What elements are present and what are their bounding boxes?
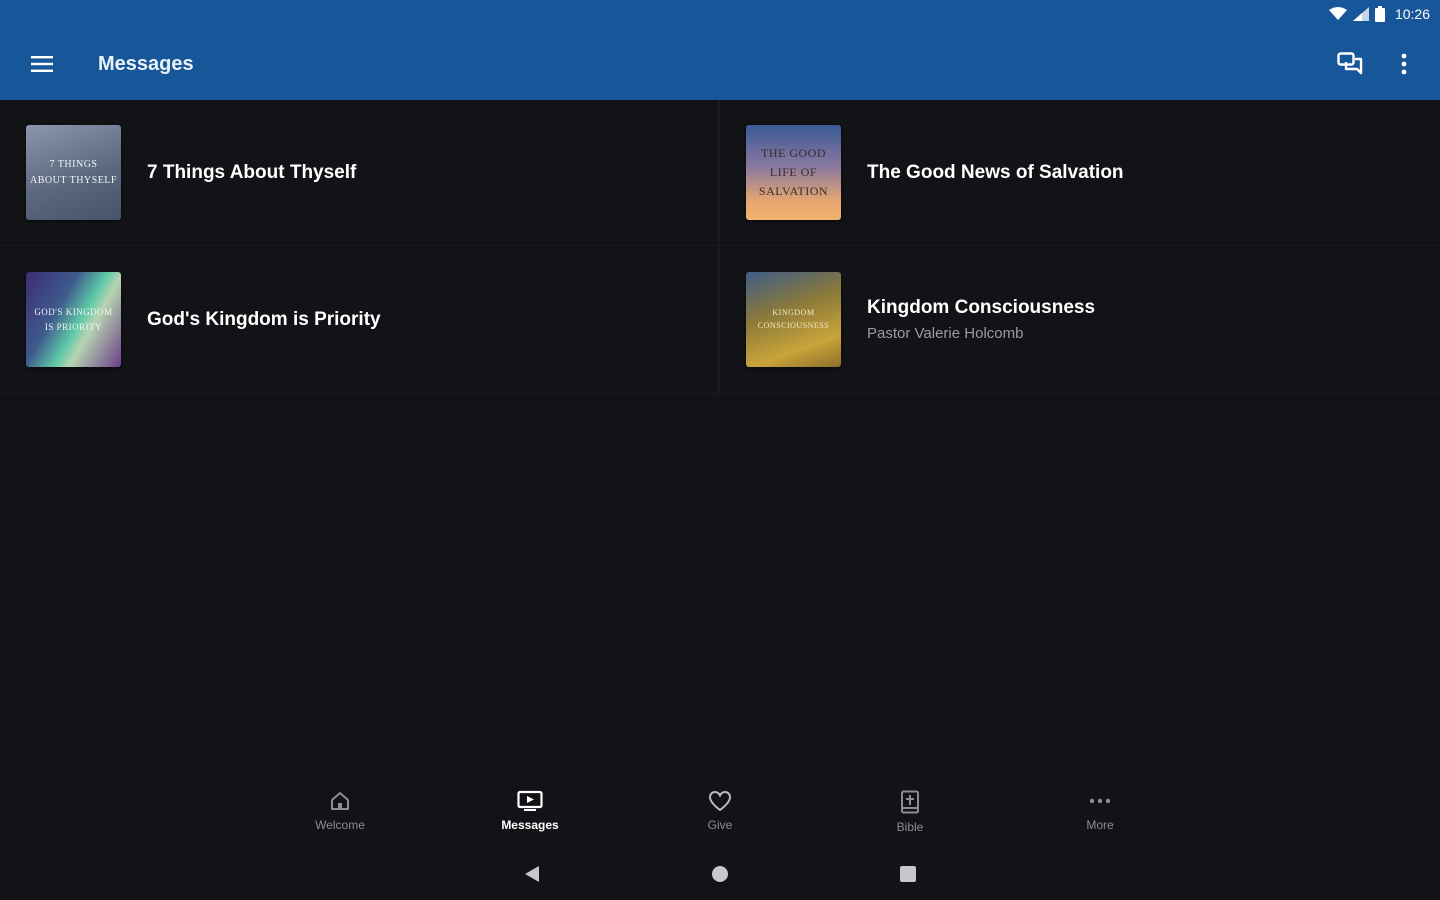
- nav-label: Bible: [896, 820, 924, 834]
- messages-grid: 7 Things About Thyself 7 Things About Th…: [0, 100, 1440, 396]
- thumbnail-text: 7 Things About Thyself: [30, 158, 117, 186]
- bottom-navigation: Welcome Messages Give Bible More: [0, 780, 1440, 848]
- thumbnail-text: God's Kingdom is Priority: [34, 307, 113, 332]
- message-thumbnail: God's Kingdom is Priority: [26, 272, 121, 367]
- nav-item-welcome[interactable]: Welcome: [245, 780, 435, 848]
- nav-label: Messages: [501, 818, 559, 832]
- nav-item-bible[interactable]: Bible: [815, 780, 1005, 848]
- nav-item-give[interactable]: Give: [625, 780, 815, 848]
- more-vertical-icon: [1401, 53, 1407, 75]
- system-navigation-bar: [0, 848, 1440, 900]
- wifi-icon: [1328, 7, 1347, 20]
- home-icon: [331, 792, 349, 810]
- chat-icon: [1337, 52, 1363, 75]
- nav-label: Give: [707, 818, 733, 832]
- home-button[interactable]: [706, 860, 734, 888]
- menu-button[interactable]: [22, 44, 62, 84]
- message-title: The Good News of Salvation: [867, 161, 1124, 183]
- status-bar: 10:26: [0, 0, 1440, 28]
- heart-icon: [708, 790, 732, 812]
- message-item[interactable]: The Good Life of Salvation The Good News…: [720, 100, 1440, 246]
- message-item[interactable]: 7 Things About Thyself 7 Things About Th…: [0, 100, 720, 246]
- home-circle-icon: [712, 866, 728, 882]
- thumbnail-text: Kingdom Consciousness: [757, 307, 830, 330]
- app-bar: Messages: [0, 28, 1440, 100]
- message-thumbnail: The Good Life of Salvation: [746, 125, 841, 220]
- more-horizontal-icon: [1089, 798, 1111, 804]
- message-item[interactable]: God's Kingdom is Priority God's Kingdom …: [0, 246, 720, 394]
- page-title: Messages: [98, 52, 194, 75]
- message-speaker: Pastor Valerie Holcomb: [867, 325, 1024, 342]
- message-thumbnail: Kingdom Consciousness: [746, 272, 841, 367]
- message-thumbnail: 7 Things About Thyself: [26, 125, 121, 220]
- message-title: Kingdom Consciousness: [867, 297, 1096, 318]
- cell-signal-icon: [1352, 7, 1369, 21]
- status-time: 10:26: [1394, 6, 1430, 22]
- back-triangle-icon: [525, 866, 539, 882]
- hamburger-menu-icon: [31, 56, 53, 72]
- battery-icon: [1374, 6, 1385, 22]
- nav-label: More: [1086, 818, 1114, 832]
- recents-button[interactable]: [894, 860, 922, 888]
- message-item[interactable]: Kingdom Consciousness Kingdom Consciousn…: [720, 246, 1440, 394]
- nav-item-messages[interactable]: Messages: [435, 780, 625, 848]
- nav-label: Welcome: [315, 818, 365, 832]
- tv-icon: [517, 790, 543, 811]
- overflow-menu-button[interactable]: [1386, 46, 1422, 82]
- back-button[interactable]: [518, 860, 546, 888]
- recents-square-icon: [900, 866, 916, 882]
- bible-icon: [901, 790, 919, 814]
- thumbnail-text: The Good Life of Salvation: [758, 145, 829, 199]
- nav-item-more[interactable]: More: [1005, 780, 1195, 848]
- message-title: 7 Things About Thyself: [147, 161, 357, 183]
- chat-button[interactable]: [1332, 46, 1368, 82]
- message-title: God's Kingdom is Priority: [147, 308, 381, 330]
